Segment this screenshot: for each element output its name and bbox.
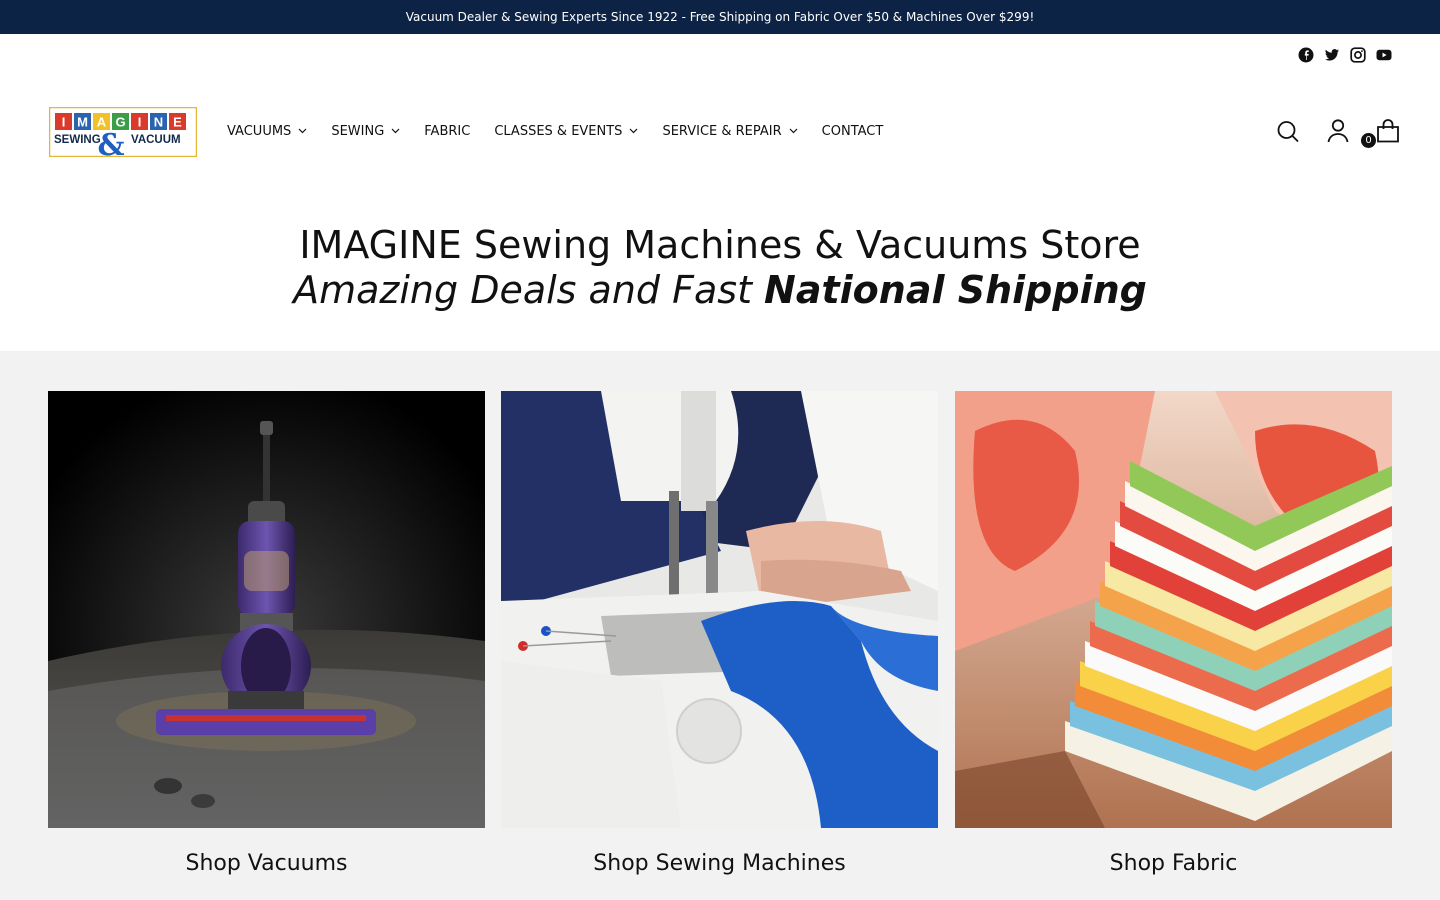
- collection-card-fabric[interactable]: Shop Fabric: [955, 391, 1392, 876]
- main-navigation: VACUUMS SEWING FABRIC CLASSES & EVENTS S…: [227, 122, 907, 140]
- announcement-text: Vacuum Dealer & Sewing Experts Since 192…: [405, 10, 1035, 24]
- page-title: IMAGINE Sewing Machines & Vacuums Store: [299, 223, 1141, 267]
- fabric-image: [955, 391, 1392, 828]
- svg-text:I: I: [138, 115, 142, 130]
- header-actions: 0: [1250, 118, 1400, 149]
- youtube-icon[interactable]: [1376, 47, 1392, 63]
- nav-item-vacuums[interactable]: VACUUMS: [227, 124, 307, 139]
- nav-item-label: FABRIC: [424, 123, 471, 139]
- store-logo[interactable]: I M A G I N E & SEWING VACUUM: [48, 106, 198, 163]
- chevron-down-icon: [789, 128, 798, 134]
- chevron-down-icon: [298, 128, 307, 134]
- nav-item-classes-events[interactable]: CLASSES & EVENTS: [494, 124, 638, 139]
- svg-text:SEWING: SEWING: [54, 134, 101, 146]
- nav-item-label: VACUUMS: [227, 123, 292, 139]
- nav-item-label: SERVICE & REPAIR: [662, 123, 782, 139]
- nav-item-label: CONTACT: [821, 123, 884, 139]
- search-icon[interactable]: [1276, 118, 1300, 144]
- collection-card-vacuums[interactable]: Shop Vacuums: [48, 391, 485, 876]
- collection-grid: Shop Vacuums Shop Sewing Machines Shop F…: [0, 351, 1440, 900]
- chevron-down-icon: [630, 128, 638, 134]
- svg-text:N: N: [154, 115, 163, 130]
- chevron-down-icon: [391, 128, 400, 134]
- sewing-machine-image: [501, 391, 938, 828]
- hero-heading: IMAGINE Sewing Machines & Vacuums Store …: [0, 222, 1440, 312]
- svg-text:VACUUM: VACUUM: [131, 134, 181, 146]
- svg-text:&: &: [97, 128, 124, 157]
- hero-subtitle: Amazing Deals and Fast National Shipping: [0, 268, 1440, 312]
- nav-item-label: SEWING: [331, 123, 385, 139]
- account-icon[interactable]: [1326, 118, 1350, 144]
- collection-caption: Shop Vacuums: [185, 851, 348, 876]
- nav-item-sewing[interactable]: SEWING: [331, 124, 400, 139]
- vacuum-image: [48, 391, 485, 828]
- svg-text:I: I: [62, 115, 66, 130]
- collection-card-sewing-machines[interactable]: Shop Sewing Machines: [501, 391, 938, 876]
- nav-item-fabric[interactable]: FABRIC: [424, 124, 470, 139]
- announcement-bar: Vacuum Dealer & Sewing Experts Since 192…: [0, 0, 1440, 34]
- instagram-icon[interactable]: [1350, 47, 1366, 63]
- nav-item-service-repair[interactable]: SERVICE & REPAIR: [662, 123, 798, 139]
- social-links: [1298, 47, 1392, 63]
- cart-count-badge: 0: [1360, 132, 1377, 149]
- nav-item-contact[interactable]: CONTACT: [822, 124, 884, 139]
- facebook-icon[interactable]: [1298, 47, 1314, 63]
- hero-subtitle-light: Amazing Deals and Fast: [293, 268, 765, 312]
- nav-item-label: CLASSES & EVENTS: [494, 123, 623, 139]
- twitter-icon[interactable]: [1324, 47, 1340, 63]
- hero-subtitle-bold: National Shipping: [764, 268, 1147, 312]
- cart-icon[interactable]: 0: [1360, 118, 1400, 149]
- svg-text:M: M: [77, 115, 88, 130]
- svg-text:E: E: [173, 115, 182, 130]
- collection-caption: Shop Fabric: [1109, 851, 1238, 876]
- collection-caption: Shop Sewing Machines: [593, 851, 846, 876]
